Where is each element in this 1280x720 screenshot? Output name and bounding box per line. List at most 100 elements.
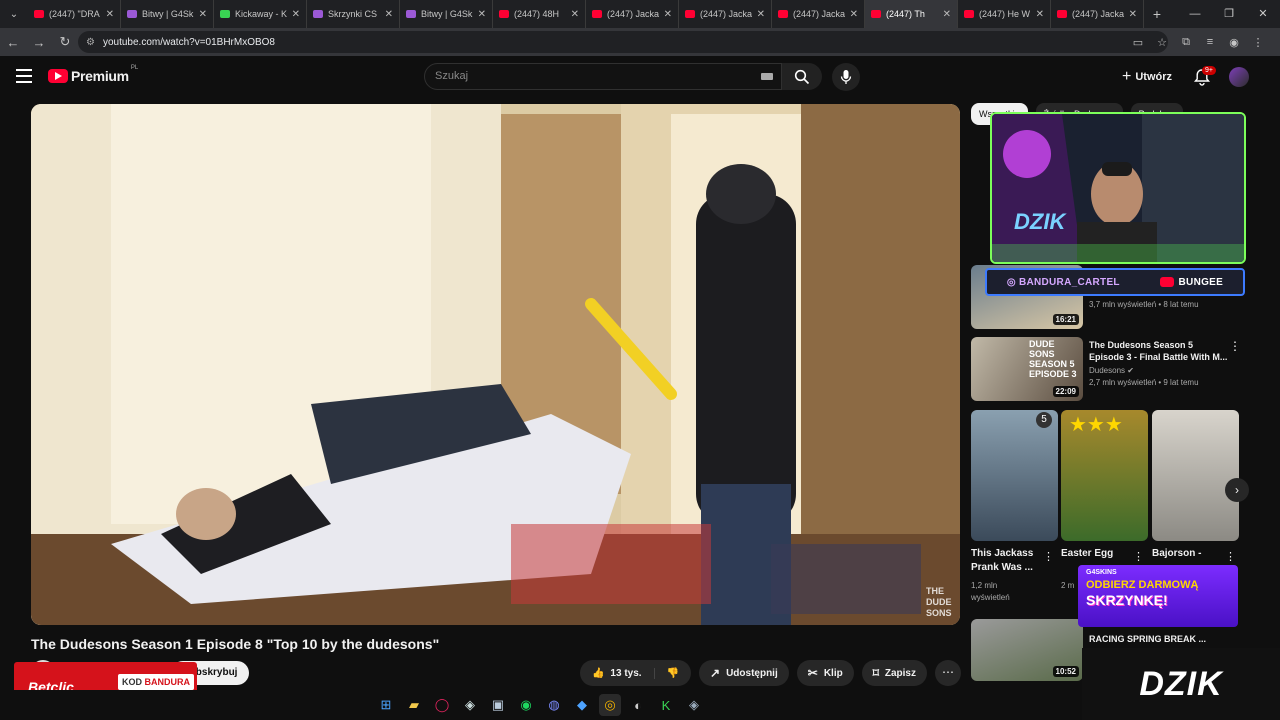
short-card[interactable]: 5 [971, 410, 1058, 541]
app2-icon[interactable]: ◐ [627, 694, 649, 716]
tab-close-icon[interactable]: ✕ [571, 9, 579, 20]
bookmark-star-icon[interactable]: ☆ [1150, 36, 1174, 49]
browser-tab[interactable]: (2447) Jacka ✕ [586, 0, 679, 28]
verified-icon: ✔ [1127, 366, 1134, 375]
new-tab-button[interactable]: + [1144, 6, 1170, 22]
url-field[interactable]: ⚙ youtube.com/watch?v=01BHrMxOBO8 [78, 31, 1168, 53]
save-label: Zapisz [884, 667, 916, 679]
short-card[interactable]: ★★★ [1061, 410, 1148, 541]
file-explorer-icon[interactable]: ▰ [403, 694, 425, 716]
extensions-icon[interactable]: ⧉ [1174, 36, 1198, 49]
video-duration: 16:21 [1052, 314, 1079, 325]
video-frame: THE DUDE SONS [31, 104, 960, 625]
more-actions-button[interactable]: ⋯ [935, 660, 961, 686]
streamer-webcam-overlay: DZIK [990, 112, 1246, 264]
chrome-icon[interactable]: ◎ [599, 694, 621, 716]
promo-code-label: KOD [122, 677, 142, 687]
media-icon[interactable]: ≡ [1198, 36, 1222, 48]
tab-close-icon[interactable]: ✕ [943, 9, 951, 20]
browser-tab[interactable]: (2447) Jacka ✕ [1051, 0, 1144, 28]
search-input[interactable]: Szukaj [424, 63, 782, 90]
forward-icon[interactable]: → [26, 35, 52, 50]
youtube-play-icon [48, 69, 68, 83]
tab-title: (2447) Jacka [607, 9, 660, 19]
tab-title: (2447) Jacka [1072, 9, 1125, 19]
keyboard-icon[interactable] [761, 73, 773, 80]
steam2-icon[interactable]: ◈ [683, 694, 705, 716]
browser-tab[interactable]: (2447) Jacka ✕ [772, 0, 865, 28]
start-menu-icon[interactable]: ⊞ [375, 694, 397, 716]
tab-close-icon[interactable]: ✕ [664, 9, 672, 20]
short-card[interactable] [1152, 410, 1239, 541]
discord-icon[interactable]: ◍ [543, 694, 565, 716]
tab-close-icon[interactable]: ✕ [1129, 9, 1137, 20]
create-button[interactable]: + Utwórz [1122, 68, 1172, 86]
tab-close-icon[interactable]: ✕ [292, 9, 300, 20]
tab-close-icon[interactable]: ✕ [850, 9, 858, 20]
tab-title: Skrzynki CS [328, 9, 378, 19]
profile-icon[interactable]: ◉ [1222, 36, 1246, 49]
tab-close-icon[interactable]: ✕ [199, 9, 207, 20]
browser-tab[interactable]: (2447) "DRA ✕ [28, 0, 121, 28]
share-button[interactable]: ↗ Udostępnij [699, 660, 789, 686]
cast-icon[interactable]: ▭ [1126, 36, 1150, 49]
tab-close-icon[interactable]: ✕ [478, 9, 486, 20]
youtube-premium-logo[interactable]: Premium PL [48, 65, 138, 84]
browser-menu-icon[interactable]: ⋮ [1246, 36, 1270, 49]
short-menu-icon[interactable]: ⋮ [1133, 550, 1144, 563]
maximize-icon[interactable]: ❐ [1212, 0, 1246, 28]
browser-tab[interactable]: (2447) Th ✕ [865, 0, 958, 28]
tab-search-icon[interactable]: ⌄ [0, 0, 28, 28]
promo-code-box: KOD BANDURA [118, 674, 195, 690]
tab-close-icon[interactable]: ✕ [106, 9, 114, 20]
save-button[interactable]: ⌑ Zapisz [861, 660, 927, 686]
browser-tab[interactable]: Bitwy | G4Sk ✕ [400, 0, 493, 28]
clip-button[interactable]: ✂ Klip [796, 660, 854, 686]
monitor-app-icon[interactable]: ▣ [487, 694, 509, 716]
video-menu-icon[interactable]: ⋮ [1229, 339, 1241, 353]
microphone-icon [840, 70, 852, 84]
tab-title: (2447) 48H [514, 9, 560, 19]
browser-tab[interactable]: (2447) 48H ✕ [493, 0, 586, 28]
browser-tab[interactable]: Skrzynki CS ✕ [307, 0, 400, 28]
like-button[interactable]: 👍 13 tys. [580, 667, 655, 679]
menu-icon[interactable] [16, 69, 32, 83]
window-controls: — ❐ ✕ [1178, 0, 1280, 28]
browser-tab[interactable]: Kickaway - K ✕ [214, 0, 307, 28]
reload-icon[interactable]: ↻ [52, 34, 78, 50]
kick-icon[interactable]: K [655, 694, 677, 716]
site-info-icon[interactable]: ⚙ [86, 37, 95, 48]
short-menu-icon[interactable]: ⋮ [1043, 550, 1054, 563]
youtube-handle-text: BUNGEE [1178, 276, 1224, 288]
promo-line-1: ODBIERZ DARMOWĄ [1086, 579, 1199, 591]
opera-icon[interactable]: ◯ [431, 694, 453, 716]
browser-tab[interactable]: (2447) Jacka ✕ [679, 0, 772, 28]
close-window-icon[interactable]: ✕ [1246, 0, 1280, 28]
tab-close-icon[interactable]: ✕ [757, 9, 765, 20]
youtube-favicon-icon [871, 10, 881, 18]
tab-close-icon[interactable]: ✕ [385, 9, 393, 20]
dislike-button[interactable]: 👎 [655, 668, 691, 679]
youtube-favicon-icon [685, 10, 695, 18]
voice-search-button[interactable] [832, 63, 860, 91]
short-menu-icon[interactable]: ⋮ [1225, 550, 1236, 563]
back-icon[interactable]: ← [0, 35, 26, 50]
search-button[interactable] [782, 63, 822, 90]
video-views: 3,7 mln wyświetleń • 8 lat temu [1089, 300, 1199, 309]
related-video-card[interactable]: DUDE SONS SEASON 5 EPISODE 3 22:09 The Dude… [971, 337, 1271, 403]
tab-title: (2447) He W [979, 9, 1031, 19]
instagram-handle-text: BANDURA_CARTEL [1018, 276, 1120, 288]
video-player[interactable]: THE DUDE SONS [31, 104, 960, 625]
shorts-next-button[interactable]: › [1225, 478, 1249, 502]
app-icon[interactable]: ◆ [571, 694, 593, 716]
steam-icon[interactable]: ◈ [459, 694, 481, 716]
minimize-icon[interactable]: — [1178, 0, 1212, 28]
bookmark-icon: ⌑ [872, 666, 879, 680]
user-avatar[interactable] [1229, 67, 1249, 87]
browser-tab[interactable]: (2447) He W ✕ [958, 0, 1051, 28]
tab-close-icon[interactable]: ✕ [1036, 9, 1044, 20]
spotify-icon[interactable]: ◉ [515, 694, 537, 716]
video-thumbnail: 10:52 [971, 619, 1083, 681]
browser-tab[interactable]: Bitwy | G4Sk ✕ [121, 0, 214, 28]
url-text: youtube.com/watch?v=01BHrMxOBO8 [102, 36, 275, 48]
